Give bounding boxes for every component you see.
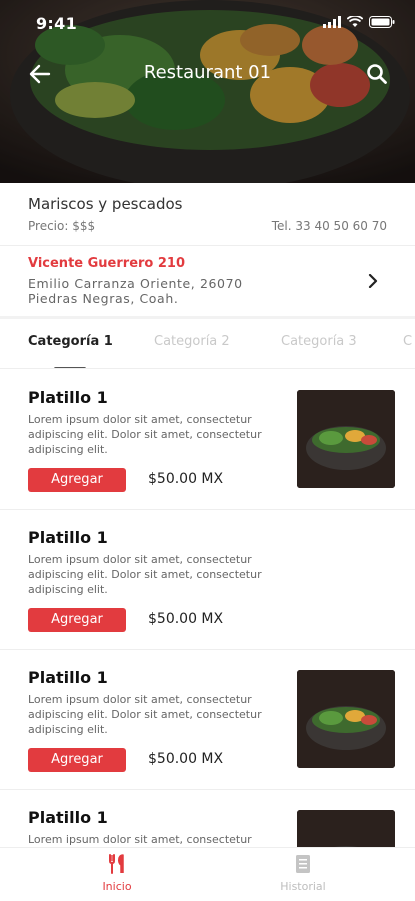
address-line-2: Emilio Carranza Oriente, 26070 bbox=[28, 276, 243, 291]
tab-historial[interactable]: Historial bbox=[263, 854, 343, 893]
receipt-icon bbox=[296, 855, 310, 873]
status-bar: 9:41 bbox=[0, 12, 415, 34]
add-button[interactable]: Agregar bbox=[28, 468, 126, 492]
dish-title: Platillo 1 bbox=[28, 668, 108, 687]
status-icons bbox=[323, 16, 395, 28]
restaurant-category: Mariscos y pescados bbox=[28, 195, 183, 213]
salad-bowl-photo bbox=[297, 670, 395, 768]
address-line-3: Piedras Negras, Coah. bbox=[28, 291, 179, 306]
bottom-tab-bar: Inicio Historial bbox=[0, 847, 415, 901]
signal-icon bbox=[323, 16, 341, 28]
dish-image bbox=[297, 810, 395, 847]
tab-categoria-4[interactable]: C bbox=[403, 334, 412, 349]
dish-price: $50.00 MX bbox=[148, 751, 224, 767]
chevron-right-icon bbox=[368, 274, 378, 288]
list-item: Platillo 1 Lorem ipsum dolor sit amet, c… bbox=[0, 790, 415, 847]
address-details: Emilio Carranza Oriente, 26070 Piedras N… bbox=[28, 276, 243, 306]
list-item: Platillo 1 Lorem ipsum dolor sit amet, c… bbox=[0, 510, 415, 650]
tab-inicio-label: Inicio bbox=[102, 880, 132, 893]
salad-bowl-photo bbox=[297, 810, 395, 847]
price-level: Precio: $$$ bbox=[28, 219, 96, 233]
fork-knife-icon bbox=[109, 854, 124, 874]
tab-categoria-1[interactable]: Categoría 1 bbox=[28, 334, 113, 349]
dish-title: Platillo 1 bbox=[28, 528, 108, 547]
active-tab-indicator bbox=[54, 367, 86, 368]
restaurant-info: Mariscos y pescados Precio: $$$ Tel. 33 … bbox=[0, 183, 415, 246]
tab-inicio[interactable]: Inicio bbox=[77, 854, 157, 893]
search-button[interactable] bbox=[365, 62, 391, 88]
dish-description: Lorem ipsum dolor sit amet, consectetur … bbox=[28, 413, 262, 456]
nav-bar: Restaurant 01 bbox=[0, 58, 415, 90]
category-tabs: Categoría 1 Categoría 2 Categoría 3 C bbox=[0, 320, 415, 369]
dish-title: Platillo 1 bbox=[28, 808, 108, 827]
salad-bowl-photo bbox=[297, 390, 395, 488]
tab-categoria-3[interactable]: Categoría 3 bbox=[281, 334, 357, 349]
dish-description: Lorem ipsum dolor sit amet, consectetur bbox=[28, 833, 252, 846]
add-button[interactable]: Agregar bbox=[28, 748, 126, 772]
dish-title: Platillo 1 bbox=[28, 388, 108, 407]
add-button[interactable]: Agregar bbox=[28, 608, 126, 632]
status-time: 9:41 bbox=[36, 14, 77, 33]
dish-description: Lorem ipsum dolor sit amet, consectetur … bbox=[28, 553, 262, 596]
phone-number[interactable]: Tel. 33 40 50 60 70 bbox=[272, 219, 387, 233]
tab-historial-label: Historial bbox=[280, 880, 326, 893]
list-item: Platillo 1 Lorem ipsum dolor sit amet, c… bbox=[0, 370, 415, 510]
battery-icon bbox=[369, 16, 395, 28]
address-street: Vicente Guerrero 210 bbox=[28, 256, 186, 271]
page-title: Restaurant 01 bbox=[143, 62, 272, 83]
dish-image bbox=[297, 670, 395, 768]
dish-image bbox=[297, 390, 395, 488]
tab-categoria-2[interactable]: Categoría 2 bbox=[154, 334, 230, 349]
dish-price: $50.00 MX bbox=[148, 611, 224, 627]
address-row[interactable]: Vicente Guerrero 210 Emilio Carranza Ori… bbox=[0, 246, 415, 319]
wifi-icon bbox=[347, 16, 363, 27]
list-item: Platillo 1 Lorem ipsum dolor sit amet, c… bbox=[0, 650, 415, 790]
dish-price: $50.00 MX bbox=[148, 471, 224, 487]
search-icon bbox=[367, 64, 387, 84]
dish-description: Lorem ipsum dolor sit amet, consectetur … bbox=[28, 693, 262, 736]
